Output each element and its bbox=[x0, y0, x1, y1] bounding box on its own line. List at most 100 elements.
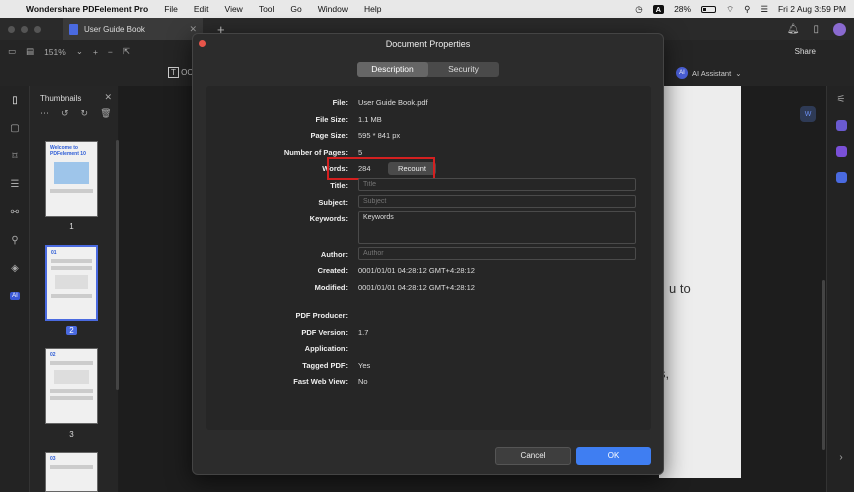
fastweb-label: Fast Web View: bbox=[293, 377, 348, 386]
thumbnail-line bbox=[50, 465, 93, 469]
chevron-right-icon[interactable]: › bbox=[827, 444, 854, 470]
check-icon[interactable] bbox=[827, 138, 854, 164]
avatar[interactable] bbox=[833, 22, 846, 36]
page-thumbnail-2[interactable]: 01 bbox=[45, 245, 98, 321]
zoom-out-icon[interactable]: − bbox=[108, 47, 113, 57]
select-tool-icon[interactable]: ⇱ bbox=[123, 46, 130, 57]
properties-icon[interactable]: ⚟ bbox=[827, 86, 854, 112]
layers-icon[interactable]: ◈ bbox=[0, 254, 30, 282]
subject-input[interactable] bbox=[358, 195, 636, 208]
delete-icon[interactable]: 🗑︎ bbox=[100, 108, 111, 119]
version-value: 1.7 bbox=[358, 328, 369, 337]
comment-icon[interactable]: ▢ bbox=[0, 114, 30, 142]
attachment-icon[interactable]: ⚯ bbox=[0, 198, 30, 226]
rotate-right-icon[interactable]: ↻ bbox=[81, 108, 89, 119]
menu-window[interactable]: Window bbox=[310, 4, 356, 14]
keywords-input[interactable]: Keywords bbox=[358, 211, 636, 244]
word-export-icon[interactable]: W bbox=[800, 106, 816, 122]
ai-tools-icon[interactable]: AI bbox=[0, 282, 30, 310]
status-area: ◷ A 28% ⌔ ⚲ ☰ Fri 2 Aug 3:59 PM bbox=[635, 4, 854, 15]
time-machine-icon[interactable]: ◷ bbox=[635, 4, 642, 15]
fastweb-value: No bbox=[358, 377, 368, 386]
page-number: 3 bbox=[69, 430, 74, 439]
close-window-button[interactable] bbox=[8, 25, 15, 33]
pages-label: Number of Pages: bbox=[283, 148, 348, 157]
text-icon: T bbox=[168, 67, 179, 78]
thumbnail-heading: 03 bbox=[50, 456, 56, 462]
sidebar-toggle-icon[interactable]: ▭ bbox=[8, 46, 16, 57]
thumbnails-title: Thumbnails bbox=[40, 94, 82, 103]
tab-description[interactable]: Description bbox=[357, 62, 428, 77]
pagesize-label: Page Size: bbox=[310, 131, 348, 140]
search-icon[interactable]: ⚲ bbox=[0, 226, 30, 254]
ocr-tool[interactable]: T OC bbox=[168, 67, 193, 78]
control-center-icon[interactable]: ☰ bbox=[760, 4, 768, 15]
menu-bar: Wondershare PDFelement Pro File Edit Vie… bbox=[0, 0, 854, 18]
properties-panel: File: User Guide Book.pdf File Size: 1.1… bbox=[206, 86, 651, 430]
file-label: File: bbox=[332, 98, 348, 107]
title-label: Title: bbox=[330, 181, 348, 190]
thumbnail-line bbox=[50, 396, 93, 400]
menu-go[interactable]: Go bbox=[282, 4, 309, 14]
words-highlight-box bbox=[327, 157, 435, 180]
page-thumbnail-4[interactable]: 03 bbox=[45, 452, 98, 492]
page-layout-icon[interactable]: ▤ bbox=[26, 46, 34, 57]
bookmark-icon[interactable]: ⌑ bbox=[0, 142, 30, 170]
cancel-button[interactable]: Cancel bbox=[495, 447, 571, 465]
version-label: PDF Version: bbox=[301, 328, 348, 337]
tab-security[interactable]: Security bbox=[428, 62, 499, 77]
document-tab[interactable]: User Guide Book ✕ bbox=[63, 18, 203, 40]
filesize-value: 1.1 MB bbox=[358, 115, 382, 124]
ok-button[interactable]: OK bbox=[576, 447, 651, 465]
menu-help[interactable]: Help bbox=[356, 4, 389, 14]
created-label: Created: bbox=[317, 266, 348, 275]
chevron-down-icon: ⌄ bbox=[735, 68, 742, 78]
ai-assistant-button[interactable]: AI AI Assistant ⌄ bbox=[676, 67, 741, 79]
phone-icon[interactable]: ▯ bbox=[813, 24, 819, 35]
wifi-icon[interactable]: ⌔ bbox=[726, 4, 734, 15]
zoom-level[interactable]: 151% bbox=[44, 47, 66, 57]
thumbnail-line bbox=[50, 361, 93, 365]
page-thumbnail-1[interactable]: Welcome to PDFelement 10 bbox=[45, 141, 98, 217]
document-properties-dialog: Document Properties Description Security… bbox=[192, 33, 664, 475]
title-input[interactable] bbox=[358, 178, 636, 191]
thumbnail-line bbox=[51, 259, 92, 263]
chat-icon[interactable] bbox=[827, 112, 854, 138]
list-icon[interactable]: ☰ bbox=[0, 170, 30, 198]
ai-tools-tag: AI bbox=[10, 292, 20, 300]
input-source-icon[interactable]: A bbox=[652, 4, 665, 14]
page-thumbnail-3[interactable]: 02 bbox=[45, 348, 98, 424]
menu-view[interactable]: View bbox=[217, 4, 251, 14]
author-input[interactable] bbox=[358, 247, 636, 260]
window-controls bbox=[0, 25, 41, 33]
thumbnail-image bbox=[54, 162, 89, 184]
more-icon[interactable]: ⋯ bbox=[40, 108, 49, 119]
share-button[interactable]: Share bbox=[787, 45, 824, 58]
right-rail: ⚟ › bbox=[826, 86, 854, 492]
close-icon[interactable]: ✕ bbox=[104, 92, 112, 103]
menu-file[interactable]: File bbox=[156, 4, 186, 14]
battery-icon[interactable] bbox=[701, 5, 717, 13]
zoom-window-button[interactable] bbox=[34, 25, 41, 33]
document-page[interactable]: u to s, bbox=[659, 86, 741, 478]
thumbnail-heading: 02 bbox=[50, 352, 56, 358]
view-controls: ▭ ▤ 151% ⌄ + − ⇱ bbox=[8, 46, 130, 57]
producer-label: PDF Producer: bbox=[295, 311, 348, 320]
ai-assistant-label: AI Assistant bbox=[692, 68, 732, 78]
rotate-left-icon[interactable]: ↺ bbox=[61, 108, 69, 119]
thumbnails-icon[interactable]: ▯ bbox=[0, 86, 30, 114]
app-name-menu[interactable]: Wondershare PDFelement Pro bbox=[22, 4, 156, 14]
minimize-window-button[interactable] bbox=[21, 25, 28, 33]
clock[interactable]: Fri 2 Aug 3:59 PM bbox=[778, 4, 846, 14]
zoom-in-icon[interactable]: + bbox=[93, 47, 98, 57]
battery-percent: 28% bbox=[674, 4, 692, 14]
bell-icon[interactable]: 🔔︎ bbox=[787, 24, 800, 35]
thumbnail-line bbox=[50, 189, 93, 193]
menu-tool[interactable]: Tool bbox=[251, 4, 283, 14]
menu-edit[interactable]: Edit bbox=[186, 4, 217, 14]
chevron-down-icon[interactable]: ⌄ bbox=[76, 46, 83, 57]
modified-label: Modified: bbox=[314, 283, 348, 292]
document-scrollbar[interactable] bbox=[822, 280, 825, 450]
translate-icon[interactable] bbox=[827, 164, 854, 190]
spotlight-search-icon[interactable]: ⚲ bbox=[744, 4, 750, 15]
